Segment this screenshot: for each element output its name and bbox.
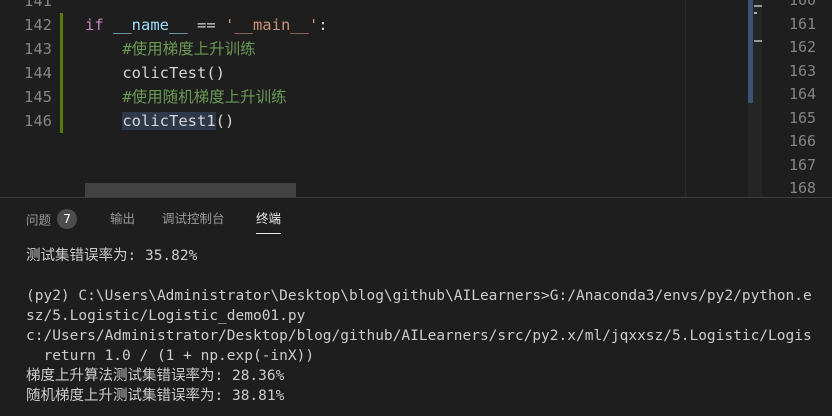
editor-split-divider[interactable]: [685, 0, 686, 197]
tab-debug-console-label: 调试控制台: [162, 211, 225, 226]
bottom-panel: 问题 7 输出 调试控制台 终端 测试集错误率为: 35.82% (py2) C:\…: [0, 197, 832, 416]
ruler-mark: [754, 12, 757, 14]
split-line-number: 161: [789, 14, 817, 33]
line-code: colicTest1(): [85, 109, 234, 133]
line-number: 146: [24, 112, 52, 130]
tab-output[interactable]: 输出: [110, 211, 135, 233]
tab-problems-label: 问题: [26, 212, 52, 228]
tab-terminal-label: 终端: [256, 211, 282, 226]
line-number: 142: [24, 16, 52, 34]
scroll-viewport-marker: [748, 0, 753, 103]
code-editor[interactable]: 141 142 if __name__ == '__main__': 143 #使用梯…: [0, 0, 832, 197]
horizontal-scrollbar-thumb[interactable]: [85, 183, 296, 197]
terminal-line: 梯度上升算法测试集错误率为: 28.36%: [26, 368, 285, 384]
code-token: ==: [187, 16, 225, 34]
line-number: 141: [24, 0, 52, 10]
modified-gutter-marker: [60, 85, 63, 109]
line-code: #使用梯度上升训练: [85, 37, 256, 61]
split-line-number: 162: [789, 38, 817, 56]
code-line[interactable]: 143 #使用梯度上升训练: [0, 37, 685, 61]
modified-gutter-marker: [60, 37, 63, 61]
code-token: if: [85, 16, 113, 34]
code-token: colicTest1: [122, 112, 216, 130]
tab-debug-console[interactable]: 调试控制台: [162, 211, 225, 233]
modified-gutter-marker: [60, 109, 63, 133]
split-line-number: 165: [789, 108, 817, 127]
line-number: 145: [24, 88, 52, 106]
line-code: #使用随机梯度上升训练: [85, 85, 287, 109]
line-code: if __name__ == '__main__':: [85, 13, 328, 37]
terminal-line: c:/Users/Administrator/Desktop/blog/gith…: [26, 328, 812, 344]
line-code: colicTest(): [85, 61, 225, 85]
tab-problems[interactable]: 问题 7: [26, 209, 78, 233]
modified-gutter-marker: [60, 13, 63, 37]
terminal-line: sz/5.Logistic/Logistic_demo01.py: [26, 308, 306, 324]
code-token: (): [215, 112, 235, 130]
split-line-number: 166: [789, 132, 817, 150]
code-line[interactable]: 145 #使用随机梯度上升训练: [0, 85, 685, 109]
tab-output-label: 输出: [110, 211, 136, 226]
problems-count-badge: 7: [57, 209, 78, 229]
code-line[interactable]: 142 if __name__ == '__main__':: [0, 13, 685, 37]
modified-gutter-marker: [60, 61, 63, 85]
overview-ruler[interactable]: [748, 0, 762, 197]
terminal-line: 测试集错误率为: 35.82%: [26, 248, 198, 264]
line-number: 143: [24, 40, 52, 58]
terminal-line: return 1.0 / (1 + np.exp(-inX)): [26, 348, 315, 364]
tab-terminal[interactable]: 终端: [256, 211, 282, 234]
terminal-output[interactable]: 测试集错误率为: 35.82% (py2) C:\Users\Administra…: [26, 246, 832, 406]
code-line[interactable]: 141: [0, 0, 685, 13]
split-line-number: 163: [789, 61, 817, 80]
ruler-mark: [754, 5, 762, 7]
split-line-number: 168: [789, 179, 817, 197]
code-token: '__main__': [224, 16, 319, 34]
terminal-line: (py2) C:\Users\Administrator\Desktop\blo…: [26, 288, 812, 304]
code-token: __name__: [113, 16, 188, 34]
panel-tabs: 问题 7 输出 调试控制台 终端: [0, 198, 832, 240]
ruler-mark: [754, 40, 762, 42]
code-lines: 141 142 if __name__ == '__main__': 143 #使用梯…: [0, 0, 685, 133]
terminal-line: 随机梯度上升测试集错误率为: 38.81%: [26, 388, 285, 404]
line-number: 144: [24, 64, 52, 82]
code-token: :: [318, 16, 328, 34]
code-line[interactable]: 146 colicTest1(): [0, 109, 685, 133]
code-line[interactable]: 144 colicTest(): [0, 61, 685, 85]
split-line-number: 164: [789, 85, 817, 103]
split-line-number: 160: [789, 0, 817, 9]
code-token: #使用随机梯度上升训练: [85, 88, 287, 106]
code-token: #使用梯度上升训练: [85, 40, 256, 58]
code-token: colicTest(): [122, 64, 225, 82]
split-editor-line-numbers: 160 161 162 163 164 165 166 167 168: [763, 0, 832, 197]
split-line-number: 167: [789, 155, 817, 174]
